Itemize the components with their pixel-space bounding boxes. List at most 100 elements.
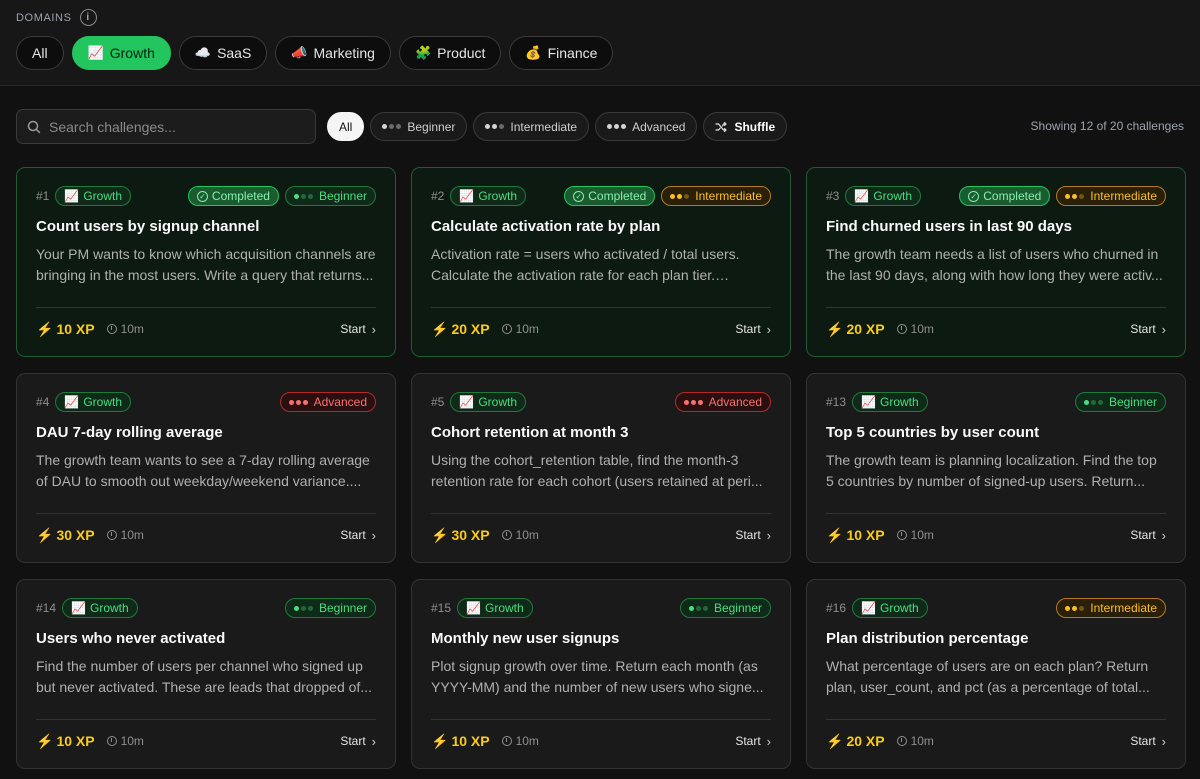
info-icon[interactable]: i	[79, 9, 97, 26]
domains-label-text: DOMAINS	[16, 11, 72, 24]
challenge-number: #16	[826, 601, 847, 615]
difficulty-label: Beginner	[318, 189, 367, 203]
challenge-number: #4	[36, 395, 50, 409]
domains-label: DOMAINS i	[16, 9, 97, 26]
challenge-card[interactable]: #13 📈 Growth Beginner Top 5 countries by use…	[806, 373, 1186, 563]
growth-chart-icon: 📈	[64, 395, 80, 409]
domain-badge: 📈 Growth	[62, 598, 138, 618]
domain-pill-label: All	[32, 45, 48, 61]
challenge-card[interactable]: #16 📈 Growth Intermediate Plan distribution …	[806, 579, 1186, 769]
challenge-grid: #1 📈 Growth ✓ Completed Beginner Count users b…	[16, 167, 1186, 769]
domain-emoji-icon: 📈	[87, 45, 104, 60]
xp-reward: 30 XP	[56, 527, 95, 543]
chevron-right-icon: ›	[766, 527, 771, 543]
shuffle-icon	[715, 121, 728, 132]
domain-pill-label: Marketing	[313, 45, 375, 61]
start-button[interactable]: Start ›	[340, 322, 376, 337]
growth-chart-icon: 📈	[459, 395, 475, 409]
domain-emoji-icon: 🧩	[414, 45, 432, 60]
challenge-card[interactable]: #5 📈 Growth Advanced Cohort retention at mon…	[411, 373, 791, 563]
level-pill-label: All	[339, 119, 353, 134]
domain-pill-marketing[interactable]: 📣 Marketing	[275, 36, 391, 70]
domain-pill-growth[interactable]: 📈 Growth	[71, 36, 171, 70]
clock-icon	[896, 324, 907, 334]
chevron-right-icon: ›	[766, 733, 771, 749]
card-footer: ⚡ 20 XP 10m Start ›	[826, 732, 1166, 750]
level-pill-all[interactable]: All	[327, 112, 365, 141]
difficulty-dots-icon	[670, 193, 690, 199]
challenge-card[interactable]: #14 📈 Growth Beginner Users who never activa…	[16, 579, 396, 769]
clock-icon	[106, 530, 117, 540]
domain-badge: 📈 Growth	[845, 186, 921, 206]
search-input[interactable]	[49, 118, 299, 135]
difficulty-label: Advanced	[708, 395, 762, 409]
lightning-bolt-icon: ⚡	[826, 320, 844, 337]
start-button[interactable]: Start ›	[340, 734, 376, 749]
difficulty-label: Intermediate	[695, 189, 762, 203]
growth-chart-icon: 📈	[459, 189, 475, 203]
level-pill-intermediate[interactable]: Intermediate	[473, 112, 590, 141]
card-header: #3 📈 Growth ✓ Completed Intermediate	[826, 186, 1166, 206]
domain-pill-product[interactable]: 🧩 Product	[398, 36, 502, 70]
difficulty-dots-icon	[293, 193, 313, 199]
lightning-bolt-icon: ⚡	[431, 526, 449, 543]
card-header: #2 📈 Growth ✓ Completed Intermediate	[431, 186, 771, 206]
card-header: #4 📈 Growth Advanced	[36, 392, 376, 412]
start-button[interactable]: Start ›	[340, 528, 376, 543]
level-pill-advanced[interactable]: Advanced	[595, 112, 698, 141]
start-label: Start	[340, 734, 366, 748]
start-label: Start	[1130, 734, 1156, 748]
time-label: 10m	[120, 528, 144, 542]
challenge-description: Your PM wants to know which acquisition …	[36, 246, 376, 283]
difficulty-badge: Beginner	[284, 598, 376, 618]
difficulty-dots-icon	[293, 605, 313, 611]
challenge-number: #3	[826, 189, 840, 203]
challenge-card[interactable]: #2 📈 Growth ✓ Completed Intermediate Calculate…	[411, 167, 791, 357]
completed-label: Completed	[588, 189, 647, 203]
start-button[interactable]: Start ›	[735, 528, 771, 543]
domain-pill-all[interactable]: All	[16, 36, 64, 70]
difficulty-label: Advanced	[313, 395, 367, 409]
growth-chart-icon: 📈	[71, 601, 86, 615]
start-button[interactable]: Start ›	[1130, 528, 1166, 543]
level-pill-beginner[interactable]: Beginner	[370, 112, 468, 141]
status-badges: ✓ Completed Beginner	[187, 186, 376, 206]
status-badges: Advanced	[674, 392, 771, 412]
challenge-card[interactable]: #1 📈 Growth ✓ Completed Beginner Count users b…	[16, 167, 396, 357]
start-button[interactable]: Start ›	[735, 734, 771, 749]
domain-badge: 📈 Growth	[450, 392, 526, 412]
domains-bar: DOMAINS i All 📈 Growth ☁️ SaaS 📣 Marketing 🧩 Pro…	[0, 0, 1200, 86]
domain-pill-finance[interactable]: 💰 Finance	[509, 36, 614, 70]
domain-pill-saas[interactable]: ☁️ SaaS	[178, 36, 268, 70]
time-estimate: 10m	[896, 734, 934, 748]
challenge-title: Top 5 countries by user count	[826, 424, 1040, 441]
challenge-title: Calculate activation rate by plan	[431, 218, 661, 235]
search-box[interactable]	[16, 109, 316, 144]
lightning-bolt-icon: ⚡	[431, 320, 449, 337]
challenge-title: DAU 7-day rolling average	[36, 424, 223, 441]
shuffle-button[interactable]: Shuffle	[703, 112, 788, 141]
start-button[interactable]: Start ›	[1130, 734, 1166, 749]
difficulty-label: Beginner	[1108, 395, 1157, 409]
start-button[interactable]: Start ›	[1130, 322, 1166, 337]
xp-reward: 10 XP	[56, 321, 95, 337]
challenge-card[interactable]: #3 📈 Growth ✓ Completed Intermediate Find chur…	[806, 167, 1186, 357]
difficulty-dots-icon	[485, 124, 505, 129]
check-circle-icon: ✓	[196, 190, 208, 202]
lightning-bolt-icon: ⚡	[36, 526, 54, 543]
time-label: 10m	[910, 528, 934, 542]
challenge-description: The growth team needs a list of users wh…	[826, 246, 1163, 283]
challenge-card[interactable]: #15 📈 Growth Beginner Monthly new user signu…	[411, 579, 791, 769]
start-button[interactable]: Start ›	[735, 322, 771, 337]
card-divider	[431, 513, 771, 514]
challenge-card[interactable]: #4 📈 Growth Advanced DAU 7-day rolling avera…	[16, 373, 396, 563]
status-badges: Beginner	[679, 598, 771, 618]
time-estimate: 10m	[501, 322, 539, 336]
challenge-number: #13	[826, 395, 847, 409]
difficulty-dots-icon	[288, 399, 308, 405]
status-badges: ✓ Completed Intermediate	[564, 186, 771, 206]
xp-reward: 10 XP	[451, 733, 490, 749]
domain-badge: 📈 Growth	[55, 392, 131, 412]
domain-pill-label: SaaS	[217, 45, 252, 61]
domain-badge: 📈 Growth	[457, 598, 533, 618]
